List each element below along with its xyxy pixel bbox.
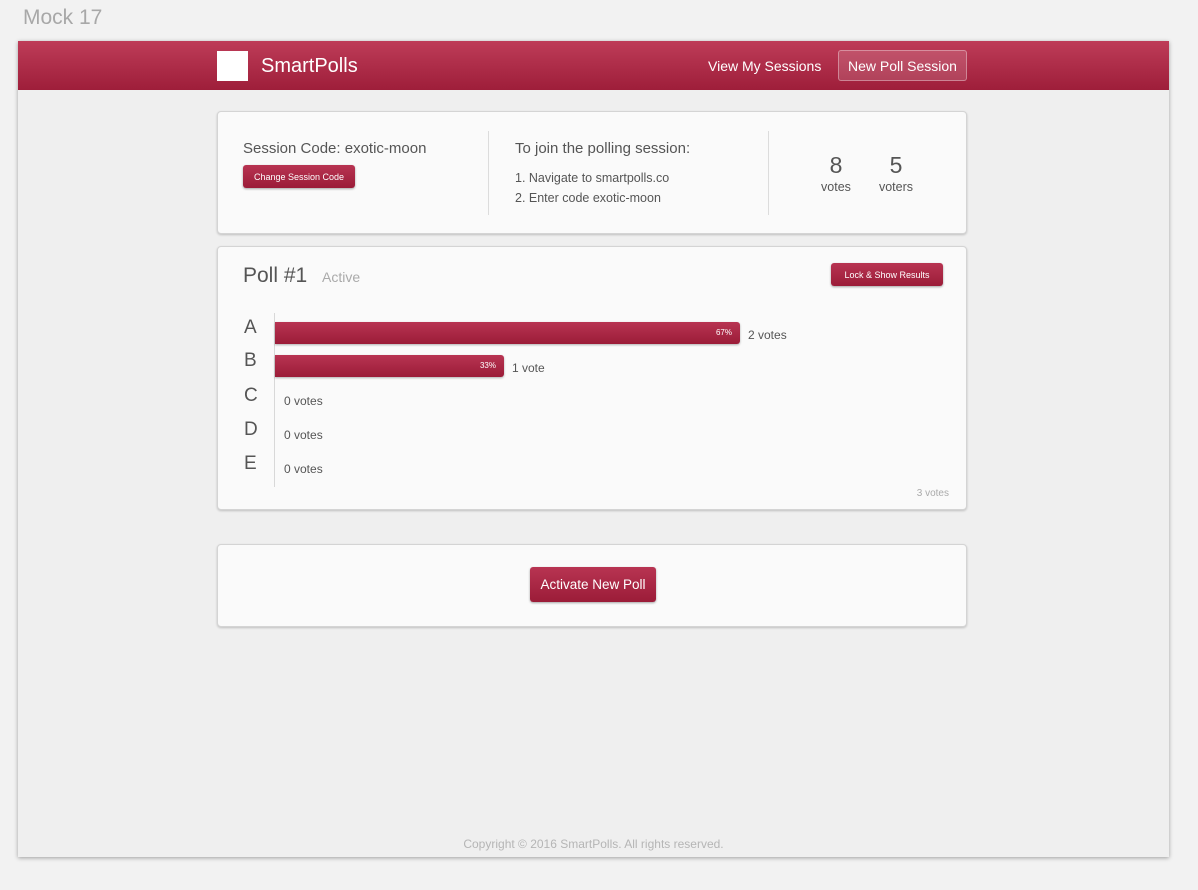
option-percent: 33% <box>479 361 496 370</box>
option-letter: E <box>244 453 257 474</box>
option-votes: 0 votes <box>284 462 323 476</box>
option-letter: D <box>244 419 258 440</box>
option-votes: 2 votes <box>748 328 787 342</box>
votes-label: votes <box>821 180 851 194</box>
poll-status-badge: Active <box>322 269 361 285</box>
divider <box>768 131 769 215</box>
new-poll-session-button[interactable]: New Poll Session <box>838 50 967 81</box>
join-step: 1. Navigate to smartpolls.co <box>515 171 670 185</box>
option-letter: C <box>244 385 258 406</box>
brand-name[interactable]: SmartPolls <box>261 55 358 78</box>
activate-card: Activate New Poll <box>217 544 967 627</box>
join-step: 2. Enter code exotic-moon <box>515 191 661 205</box>
option-result-bar: 33% <box>275 355 504 377</box>
app-frame: SmartPolls View My Sessions New Poll Ses… <box>18 41 1169 857</box>
join-instructions-title: To join the polling session: <box>515 140 691 157</box>
option-letter: B <box>244 350 257 371</box>
option-letter: A <box>244 317 257 338</box>
option-votes: 0 votes <box>284 394 323 408</box>
poll-option-row: D 0 votes <box>218 417 966 447</box>
option-percent: 67% <box>715 328 732 337</box>
poll-option-row: A 67% 2 votes <box>218 315 966 345</box>
session-card: Session Code: exotic-moon Change Session… <box>217 111 967 234</box>
option-votes: 1 vote <box>512 361 545 375</box>
total-votes: 3 votes <box>916 488 949 499</box>
poll-option-row: C 0 votes <box>218 383 966 413</box>
divider <box>488 131 489 215</box>
votes-stat: 8 votes <box>811 152 861 196</box>
voters-label: voters <box>878 180 914 194</box>
activate-new-poll-button[interactable]: Activate New Poll <box>530 567 656 602</box>
votes-count: 8 <box>829 152 843 178</box>
logo-icon[interactable] <box>217 51 248 81</box>
poll-title: Poll #1 <box>243 264 308 287</box>
session-code: Session Code: exotic-moon <box>243 140 427 157</box>
poll-option-row: E 0 votes <box>218 451 966 481</box>
join-steps: 1. Navigate to smartpolls.co 2. Enter co… <box>515 168 669 208</box>
poll-option-row: B 33% 1 vote <box>218 348 966 378</box>
navbar: SmartPolls View My Sessions New Poll Ses… <box>18 41 1169 90</box>
poll-card: Poll #1 Active Lock & Show Results A 67% 2… <box>217 246 967 510</box>
mock-label: Mock 17 <box>23 6 103 29</box>
change-session-code-button[interactable]: Change Session Code <box>243 165 355 188</box>
lock-show-results-button[interactable]: Lock & Show Results <box>831 263 943 286</box>
voters-stat: 5 voters <box>871 152 921 196</box>
view-my-sessions-link[interactable]: View My Sessions <box>708 58 821 74</box>
option-votes: 0 votes <box>284 428 323 442</box>
voters-count: 5 <box>889 152 903 178</box>
option-result-bar: 67% <box>275 322 740 344</box>
footer-copyright: Copyright © 2016 SmartPolls. All rights … <box>463 837 724 851</box>
